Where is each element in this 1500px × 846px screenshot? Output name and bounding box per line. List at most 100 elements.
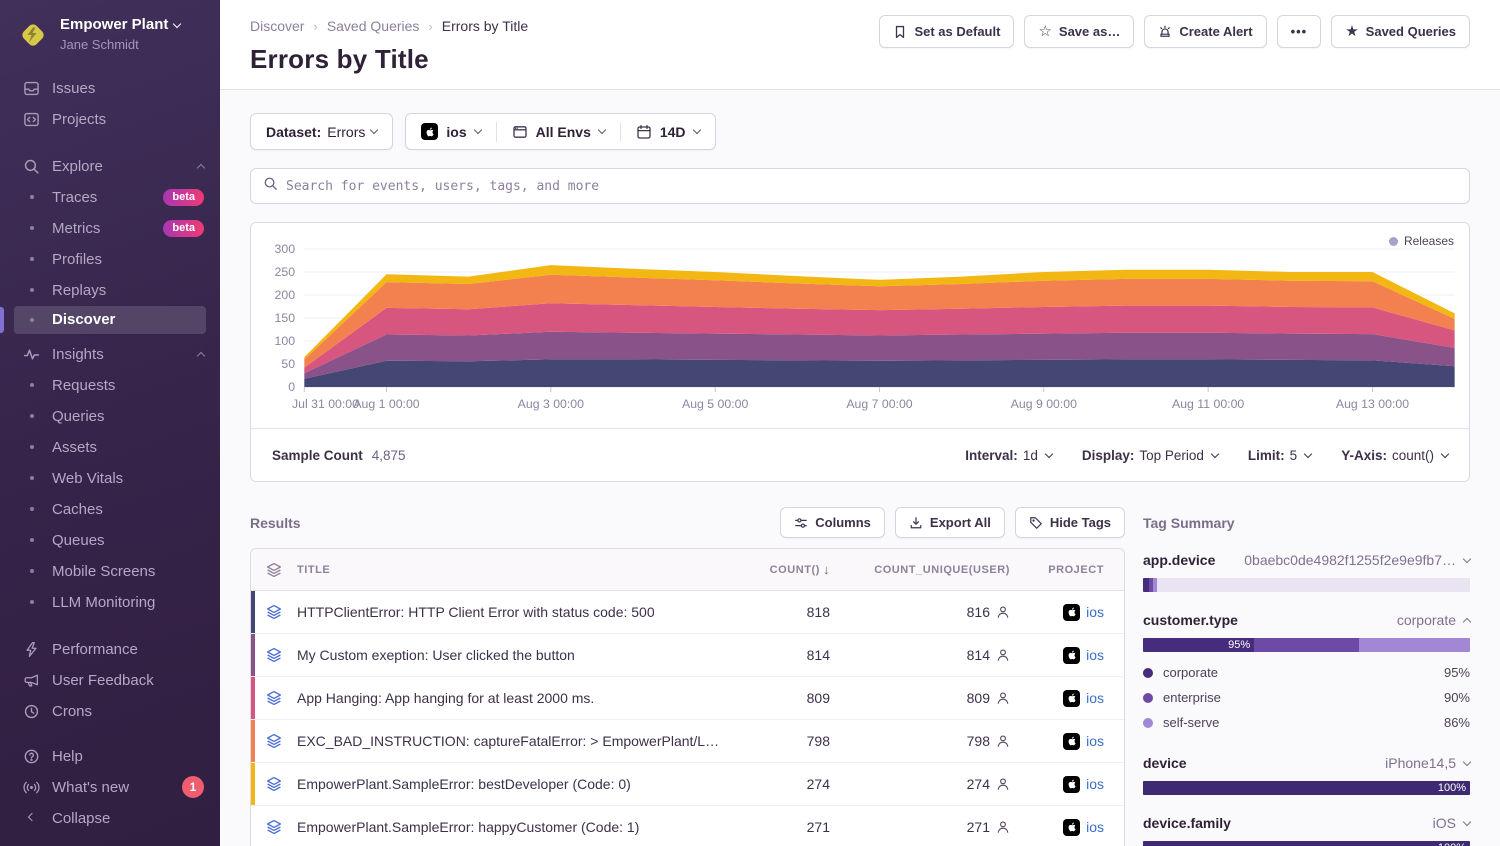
hide-tags-button[interactable]: Hide Tags xyxy=(1015,507,1125,538)
sidebar-item-traces[interactable]: Traces beta xyxy=(0,182,220,213)
tag-distribution-bar[interactable]: 100% xyxy=(1143,781,1470,795)
legend-dot xyxy=(1143,693,1153,703)
chevron-up-icon xyxy=(1463,617,1471,625)
display-selector[interactable]: Display: Top Period xyxy=(1082,448,1218,463)
ellipsis-icon: ••• xyxy=(1291,24,1308,39)
error-title-link[interactable]: My Custom exeption: User clicked the but… xyxy=(297,647,734,663)
tag-distribution-bar[interactable]: 100% xyxy=(1143,841,1470,846)
sidebar-item-caches[interactable]: Caches xyxy=(0,494,220,525)
column-title[interactable]: TITLE xyxy=(297,564,734,576)
sidebar-item-help[interactable]: Help xyxy=(0,741,220,772)
sidebar-item-whats-new[interactable]: What's new 1 xyxy=(0,772,220,803)
breadcrumb-saved-queries[interactable]: Saved Queries xyxy=(327,18,420,34)
sidebar-item-queues[interactable]: Queues xyxy=(0,525,220,556)
filter-row: Dataset: Errors ios All Envs xyxy=(250,113,1470,150)
projects-icon xyxy=(22,111,41,128)
project-link[interactable]: ios xyxy=(1086,776,1104,792)
unique-value: 814 xyxy=(967,647,990,663)
bullet-icon xyxy=(22,288,41,292)
unique-value: 809 xyxy=(967,690,990,706)
project-link[interactable]: ios xyxy=(1086,819,1104,835)
tag-distribution-bar[interactable]: 95% xyxy=(1143,638,1470,652)
export-all-button[interactable]: Export All xyxy=(895,507,1005,538)
series-color-bar xyxy=(251,591,255,633)
tag-distribution-bar[interactable] xyxy=(1143,578,1470,592)
sidebar-item-metrics[interactable]: Metrics beta xyxy=(0,213,220,244)
dataset-selector[interactable]: Dataset: Errors xyxy=(250,113,393,150)
sidebar-item-user-feedback[interactable]: User Feedback xyxy=(0,665,220,696)
megaphone-icon xyxy=(22,672,41,689)
interval-selector[interactable]: Interval: 1d xyxy=(965,448,1052,463)
tag-legend-row[interactable]: enterprise 90% xyxy=(1143,685,1470,710)
create-alert-button[interactable]: Create Alert xyxy=(1144,15,1266,48)
tag-section-toggle[interactable]: customer.type corporate xyxy=(1143,608,1470,632)
column-count[interactable]: COUNT()↓ xyxy=(734,562,844,577)
page-filter-bar: ios All Envs 14D xyxy=(405,113,715,150)
chevron-left-icon xyxy=(22,817,41,820)
error-title-link[interactable]: EmpowerPlant.SampleError: happyCustomer … xyxy=(297,819,734,835)
apple-icon xyxy=(1063,776,1080,793)
date-range-filter[interactable]: 14D xyxy=(621,114,715,149)
sidebar-item-web-vitals[interactable]: Web Vitals xyxy=(0,463,220,494)
column-project[interactable]: PROJECT xyxy=(1024,564,1124,576)
sidebar-item-projects[interactable]: Projects xyxy=(0,104,220,135)
table-row: EmpowerPlant.SampleError: bestDeveloper … xyxy=(251,763,1124,806)
project-filter[interactable]: ios xyxy=(406,114,495,149)
columns-button[interactable]: Columns xyxy=(780,507,885,538)
project-link[interactable]: ios xyxy=(1086,690,1104,706)
sidebar-item-discover[interactable]: Discover xyxy=(14,306,206,334)
bullet-icon xyxy=(22,507,41,511)
sidebar-item-mobile-screens[interactable]: Mobile Screens xyxy=(0,556,220,587)
table-row: HTTPClientError: HTTP Client Error with … xyxy=(251,591,1124,634)
tag-legend-row[interactable]: self-serve 86% xyxy=(1143,710,1470,735)
search-input[interactable] xyxy=(286,179,1457,194)
sidebar-group-explore[interactable]: Explore xyxy=(0,151,220,182)
chart-legend[interactable]: Releases xyxy=(1389,234,1454,248)
series-color-bar xyxy=(251,720,255,762)
breadcrumb-discover[interactable]: Discover xyxy=(250,18,304,34)
project-link[interactable]: ios xyxy=(1086,733,1104,749)
bullet-icon xyxy=(22,445,41,449)
bullet-icon xyxy=(22,600,41,604)
sidebar-item-queries[interactable]: Queries xyxy=(0,401,220,432)
limit-selector[interactable]: Limit: 5 xyxy=(1248,448,1311,463)
sidebar-group-insights[interactable]: Insights xyxy=(0,339,220,370)
sidebar-item-performance[interactable]: Performance xyxy=(0,634,220,665)
sidebar-item-crons[interactable]: Crons xyxy=(0,696,220,727)
tag-section-toggle[interactable]: device.family iOS xyxy=(1143,811,1470,835)
results-header: Results Columns Export All Hide Tags xyxy=(250,506,1125,539)
sidebar-item-llm-monitoring[interactable]: LLM Monitoring xyxy=(0,587,220,618)
saved-queries-button[interactable]: ★ Saved Queries xyxy=(1331,15,1470,48)
sidebar-item-requests[interactable]: Requests xyxy=(0,370,220,401)
error-title-link[interactable]: EXC_BAD_INSTRUCTION: captureFatalError: … xyxy=(297,733,734,749)
table-row: EXC_BAD_INSTRUCTION: captureFatalError: … xyxy=(251,720,1124,763)
svg-text:50: 50 xyxy=(281,357,295,371)
error-title-link[interactable]: EmpowerPlant.SampleError: bestDeveloper … xyxy=(297,776,734,792)
sidebar-item-issues[interactable]: Issues xyxy=(0,73,220,104)
sidebar-item-replays[interactable]: Replays xyxy=(0,275,220,306)
error-title-link[interactable]: HTTPClientError: HTTP Client Error with … xyxy=(297,604,734,620)
stack-icon xyxy=(251,819,297,835)
tag-section-toggle[interactable]: app.device 0baebc0de4982f1255f2e9e9fb7… xyxy=(1143,548,1470,572)
svg-text:200: 200 xyxy=(275,288,296,302)
org-switcher[interactable]: Empower Plant Jane Schmidt xyxy=(0,16,220,59)
tag-summary-title: Tag Summary xyxy=(1143,515,1235,531)
error-title-link[interactable]: App Hanging: App hanging for at least 20… xyxy=(297,690,734,706)
set-as-default-button[interactable]: Set as Default xyxy=(879,15,1014,48)
chevron-down-icon xyxy=(1045,449,1053,457)
tag-section-device: device iPhone14,5 100% xyxy=(1143,751,1470,795)
project-link[interactable]: ios xyxy=(1086,604,1104,620)
more-options-button[interactable]: ••• xyxy=(1277,15,1322,48)
column-count-unique[interactable]: COUNT_UNIQUE(USER) xyxy=(844,564,1024,576)
project-link[interactable]: ios xyxy=(1086,647,1104,663)
save-as-button[interactable]: ☆ Save as… xyxy=(1024,15,1134,48)
tag-legend-row[interactable]: corporate 95% xyxy=(1143,660,1470,685)
user-icon xyxy=(996,777,1010,791)
chevron-up-icon xyxy=(197,164,205,172)
tag-section-toggle[interactable]: device iPhone14,5 xyxy=(1143,751,1470,775)
sidebar-item-profiles[interactable]: Profiles xyxy=(0,244,220,275)
sidebar-collapse-button[interactable]: Collapse xyxy=(0,803,220,834)
sidebar-item-assets[interactable]: Assets xyxy=(0,432,220,463)
yaxis-selector[interactable]: Y-Axis: count() xyxy=(1341,448,1448,463)
environment-filter[interactable]: All Envs xyxy=(497,114,620,149)
